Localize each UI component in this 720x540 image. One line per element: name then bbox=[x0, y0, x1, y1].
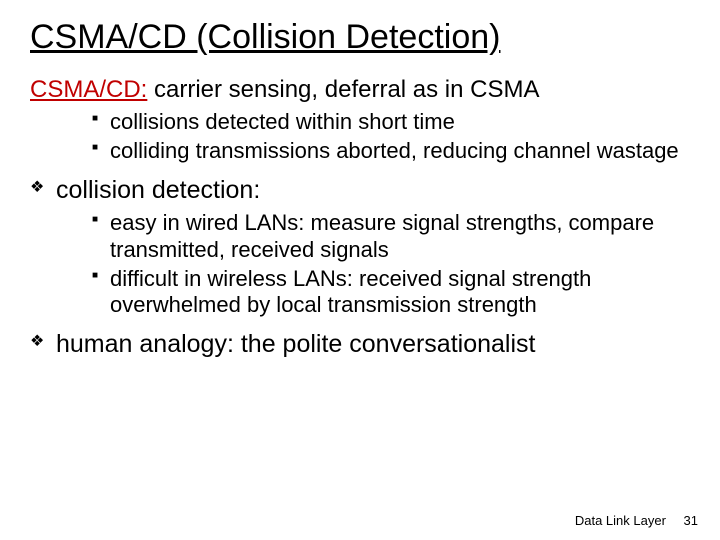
list-item: colliding transmissions aborted, reducin… bbox=[92, 138, 690, 165]
slide: CSMA/CD (Collision Detection) CSMA/CD: c… bbox=[0, 0, 720, 540]
page-number: 31 bbox=[684, 513, 698, 528]
human-analogy-line: human analogy: the polite conversational… bbox=[30, 329, 690, 360]
footer: Data Link Layer 31 bbox=[575, 513, 698, 528]
sub-list-1: collisions detected within short time co… bbox=[30, 109, 690, 165]
footer-section: Data Link Layer bbox=[575, 513, 666, 528]
collision-detection-heading: collision detection: bbox=[30, 175, 690, 206]
lead-red-text: CSMA/CD: bbox=[30, 76, 147, 103]
list-item: easy in wired LANs: measure signal stren… bbox=[92, 210, 690, 264]
lead-line: CSMA/CD: carrier sensing, deferral as in… bbox=[30, 75, 690, 105]
list-item: collisions detected within short time bbox=[92, 109, 690, 136]
sub-list-2: easy in wired LANs: measure signal stren… bbox=[30, 210, 690, 319]
list-item: difficult in wireless LANs: received sig… bbox=[92, 266, 690, 320]
lead-rest-text: carrier sensing, deferral as in CSMA bbox=[147, 76, 539, 103]
slide-title: CSMA/CD (Collision Detection) bbox=[30, 18, 690, 57]
